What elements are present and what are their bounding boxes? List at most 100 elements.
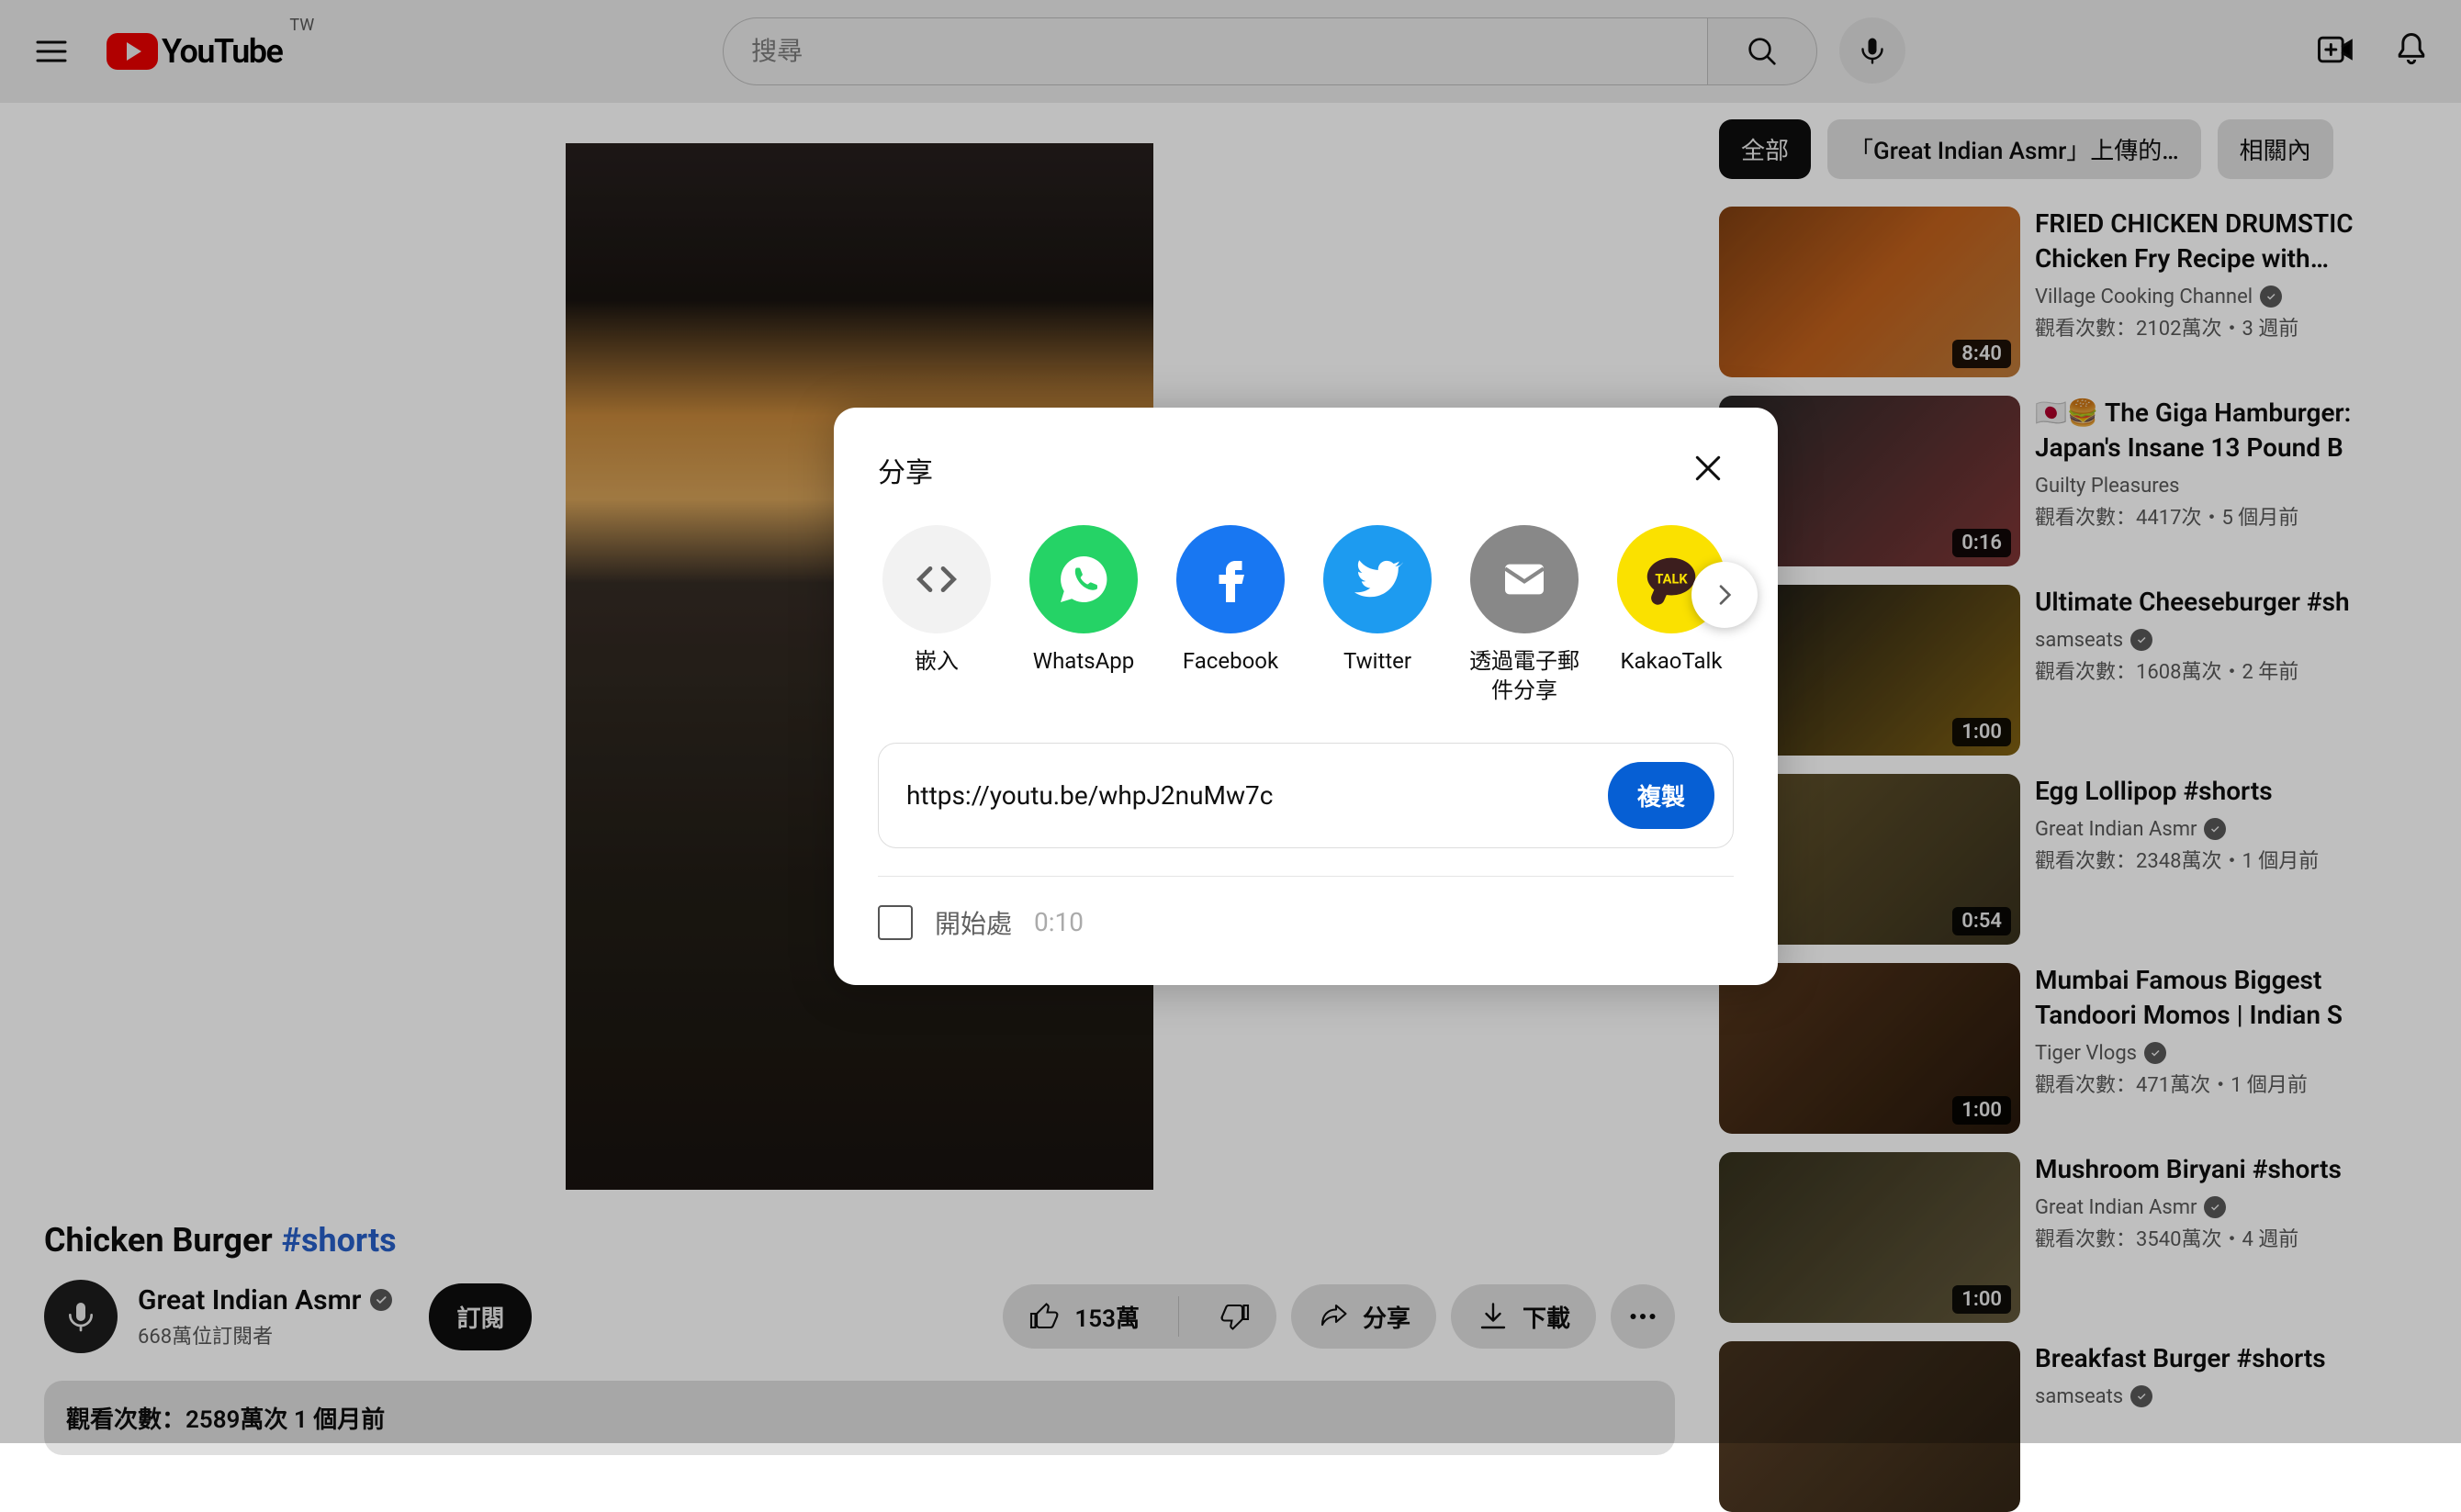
recommendation-item[interactable]: 8:40 FRIED CHICKEN DRUMSTIC Chicken Fry … [1719,207,2417,377]
search-input[interactable] [723,17,1707,85]
like-count: 153萬 [1074,1300,1140,1334]
search-button[interactable] [1707,17,1817,85]
masthead: YouTube TW [0,0,2461,103]
video-hashtag[interactable]: #shorts [282,1221,397,1260]
share-url-box: https://youtu.be/whpJ2nuMw7c 複製 [878,743,1734,848]
mic-icon [1856,34,1889,67]
rec-channel: Guilty Pleasures [2035,475,2417,498]
recommendation-list: 8:40 FRIED CHICKEN DRUMSTIC Chicken Fry … [1719,207,2417,1512]
video-title: Chicken Burger [44,1221,273,1260]
bell-icon [2391,29,2432,70]
duration-badge: 1:00 [1952,718,2011,746]
start-at-checkbox[interactable] [878,905,913,940]
filter-chip[interactable]: 相關內 [2218,119,2333,179]
copy-link-button[interactable]: 複製 [1608,762,1714,829]
rec-stats: 觀看次數：2102萬次・3 週前 [2035,312,2417,342]
rec-channel: Great Indian Asmr [2035,1196,2417,1219]
recommendation-item[interactable]: 0:16 🇯🇵🍔 The Giga Hamburger: Japan's Ins… [1719,396,2417,566]
description-box[interactable]: 觀看次數：2589萬次 1 個月前 [44,1381,1675,1455]
share-target-email[interactable]: 透過電子郵件分享 [1466,525,1583,706]
filter-chip[interactable]: 全部 [1719,119,1811,179]
rec-channel: Village Cooking Channel [2035,286,2417,308]
rec-title: Mushroom Biryani #shorts [2035,1152,2417,1187]
recommendation-item[interactable]: 1:00 Ultimate Cheeseburger #sh samseats … [1719,585,2417,756]
thumbs-down-icon [1218,1300,1251,1333]
thumbnail [1719,1341,2020,1512]
chevron-right-icon [1710,580,1739,610]
start-at-time: 0:10 [1034,907,1084,937]
duration-badge: 1:00 [1952,1285,2011,1314]
mic-icon [62,1298,99,1335]
share-target-whatsapp[interactable]: WhatsApp [1025,525,1142,706]
subscribe-button[interactable]: 訂閱 [429,1283,532,1350]
rec-stats: 觀看次數：471萬次・1 個月前 [2035,1069,2417,1098]
whatsapp-icon [1029,525,1138,633]
thumbnail: 1:00 [1719,963,2020,1134]
verified-badge-icon [2204,1196,2226,1218]
channel-info[interactable]: Great Indian Asmr 668萬位訂閱者 [138,1284,392,1350]
thumbnail: 8:40 [1719,207,2020,377]
download-icon [1477,1300,1510,1333]
close-icon [1690,450,1726,487]
share-dialog: 分享 嵌入 WhatsApp Facebook Twitter 透過電子郵件分享 TALK… [834,408,1778,985]
share-icon [1317,1300,1350,1333]
recommendation-item[interactable]: 1:00 Mumbai Famous Biggest Tandoori Momo… [1719,963,2417,1134]
channel-avatar[interactable] [44,1280,118,1353]
download-button[interactable]: 下載 [1451,1284,1596,1349]
close-button[interactable] [1682,442,1734,498]
more-actions-button[interactable] [1611,1284,1675,1349]
email-icon [1470,525,1579,633]
embed-icon [882,525,991,633]
search-container [314,17,2314,85]
dialog-title: 分享 [878,450,933,490]
duration-badge: 1:00 [1952,1096,2011,1125]
verified-badge-icon [2130,629,2152,651]
country-code: TW [289,16,314,35]
recommendation-item[interactable]: 0:54 Egg Lollipop #shorts Great Indian A… [1719,774,2417,945]
share-button[interactable]: 分享 [1291,1284,1436,1349]
rec-title: 🇯🇵🍔 The Giga Hamburger: Japan's Insane 1… [2035,396,2417,465]
rec-channel: samseats [2035,629,2417,652]
rec-title: Egg Lollipop #shorts [2035,774,2417,809]
start-at-label: 開始處 [935,904,1012,941]
like-button[interactable]: 153萬 [1003,1284,1165,1349]
filter-chip-row: 全部「Great Indian Asmr」上傳的… 相關內 [1719,119,2417,179]
duration-badge: 8:40 [1952,340,2011,368]
share-target-twitter[interactable]: Twitter [1319,525,1436,706]
rec-title: Ultimate Cheeseburger #sh [2035,585,2417,620]
verified-badge-icon [2130,1385,2152,1407]
share-target-embed[interactable]: 嵌入 [878,525,995,706]
view-count-and-date: 觀看次數：2589萬次 1 個月前 [66,1406,385,1434]
create-button[interactable] [2314,29,2354,73]
notifications-button[interactable] [2391,29,2432,73]
rec-title: FRIED CHICKEN DRUMSTIC Chicken Fry Recip… [2035,207,2417,276]
rec-stats: 觀看次數：4417次・5 個月前 [2035,501,2417,531]
share-scroll-next-button[interactable] [1691,562,1758,628]
rec-stats: 觀看次數：2348萬次・1 個月前 [2035,845,2417,874]
voice-search-button[interactable] [1839,17,1905,84]
filter-chip[interactable]: 「Great Indian Asmr」上傳的… [1827,119,2201,179]
facebook-icon [1176,525,1285,633]
duration-badge: 0:16 [1952,529,2011,557]
verified-badge-icon [2260,286,2282,308]
rec-stats: 觀看次數：3540萬次・4 週前 [2035,1223,2417,1252]
recommendation-item[interactable]: Breakfast Burger #shorts samseats [1719,1341,2417,1512]
guide-menu-button[interactable] [29,29,73,73]
youtube-logo[interactable]: YouTube TW [107,32,314,71]
share-url-text[interactable]: https://youtu.be/whpJ2nuMw7c [906,780,1273,811]
recommendation-item[interactable]: 1:00 Mushroom Biryani #shorts Great Indi… [1719,1152,2417,1323]
youtube-play-icon [107,33,158,70]
thumbnail: 1:00 [1719,1152,2020,1323]
twitter-icon [1323,525,1432,633]
thumbs-up-icon [1028,1300,1062,1333]
download-label: 下載 [1523,1300,1570,1334]
dislike-button[interactable] [1192,1284,1276,1349]
rec-stats: 觀看次數：1608萬次・2 年前 [2035,655,2417,685]
share-label: 分享 [1363,1300,1410,1334]
svg-text:TALK: TALK [1655,570,1688,587]
duration-badge: 0:54 [1952,907,2011,935]
share-target-facebook[interactable]: Facebook [1172,525,1289,706]
rec-title: Mumbai Famous Biggest Tandoori Momos | I… [2035,963,2417,1033]
create-icon [2314,29,2354,70]
secondary-column: 全部「Great Indian Asmr」上傳的… 相關內 8:40 FRIED … [1719,119,2417,1512]
